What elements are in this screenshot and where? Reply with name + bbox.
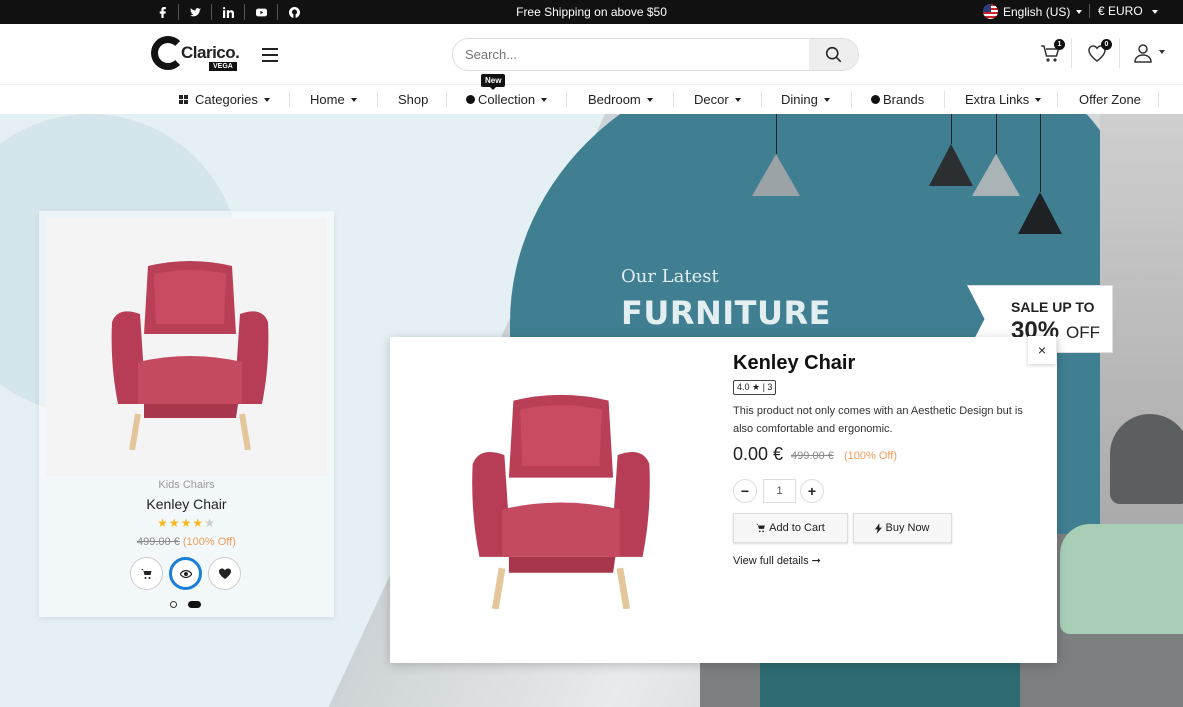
product-title: Kenley Chair	[733, 352, 856, 374]
quantity-increase-button[interactable]: +	[800, 479, 824, 503]
wishlist-count-badge: 0	[1101, 39, 1112, 50]
nav-label: Offer Zone	[1079, 92, 1141, 107]
carousel-dot[interactable]	[170, 601, 177, 608]
nav-item-categories[interactable]: Categories	[179, 92, 270, 107]
old-price: 499.00 €	[791, 450, 834, 462]
nav-item-collection[interactable]: Collection	[466, 92, 548, 107]
discount-label: (100% Off)	[182, 536, 236, 548]
language-selector[interactable]: English (US)	[983, 4, 1083, 19]
rating-badge: 4.0 ★ | 3	[733, 380, 777, 395]
nav-label: Home	[310, 92, 345, 107]
user-icon	[1134, 44, 1152, 63]
nav-label: Collection	[478, 92, 536, 107]
eye-icon	[179, 569, 192, 578]
us-flag-icon	[983, 4, 998, 19]
sale-tag-line3: OFF	[1066, 323, 1100, 342]
heart-icon	[218, 568, 231, 579]
cart-icon	[756, 523, 765, 533]
nav-item-bedroom[interactable]: Bedroom	[588, 92, 653, 107]
caret-down-icon	[646, 97, 653, 102]
bolt-icon	[875, 522, 883, 534]
brands-icon	[871, 95, 880, 104]
nav-item-extra-links[interactable]: Extra Links	[965, 92, 1042, 107]
caret-down-icon	[350, 97, 357, 102]
nav-item-home[interactable]: Home	[310, 92, 357, 107]
menu-icon[interactable]	[262, 48, 278, 66]
caret-down-icon	[734, 97, 741, 102]
logo-mark	[151, 36, 185, 70]
quantity-input[interactable]	[763, 479, 796, 503]
buy-now-label: Buy Now	[885, 522, 930, 534]
sale-tag-line1: SALE UP TO	[1011, 299, 1095, 315]
collection-icon	[466, 95, 475, 104]
search-icon	[825, 46, 842, 63]
caret-down-icon	[1152, 9, 1159, 14]
quantity-decrease-button[interactable]: −	[733, 479, 757, 503]
nav-item-brands[interactable]: Brands	[871, 92, 924, 107]
armchair-image	[111, 261, 269, 450]
cart-icon	[140, 568, 151, 579]
nav-item-dining[interactable]: Dining	[781, 92, 830, 107]
main-nav: New Categories Home Shop Collection Bedr…	[0, 74, 1183, 114]
main-header: Clarico. VEGA 1 0	[0, 24, 1183, 85]
nav-item-decor[interactable]: Decor	[694, 92, 741, 107]
current-price: 0.00 €	[733, 444, 784, 464]
logo-sub: VEGA	[209, 62, 237, 71]
nav-label: Categories	[195, 92, 258, 107]
new-badge: New	[481, 74, 506, 90]
product-category[interactable]: Kids Chairs	[39, 479, 334, 491]
wishlist-button[interactable]	[208, 557, 241, 590]
star-rating: ★★★★★	[39, 516, 334, 530]
caret-down-icon	[1159, 50, 1165, 54]
currency-label: € EURO	[1098, 4, 1143, 18]
grid-icon	[179, 95, 188, 104]
product-card: Kids Chairs Kenley Chair ★★★★★ 499.00 € …	[39, 211, 334, 617]
hero-subtitle: Our Latest	[621, 266, 719, 287]
product-description: This product not only comes with an Aest…	[733, 405, 1023, 435]
caret-down-icon	[823, 97, 830, 102]
product-image[interactable]	[46, 218, 327, 476]
nav-label: Extra Links	[965, 92, 1030, 107]
caret-down-icon	[1035, 97, 1042, 102]
hero-title: FURNITURE	[621, 294, 831, 332]
caret-down-icon	[1076, 9, 1083, 14]
add-to-cart-button[interactable]	[130, 557, 163, 590]
nav-label: Bedroom	[588, 92, 641, 107]
nav-label: Brands	[883, 92, 925, 107]
search-input[interactable]	[453, 39, 809, 70]
currency-selector[interactable]: € EURO	[1089, 4, 1159, 18]
account-menu[interactable]	[1132, 42, 1165, 64]
carousel-dot-active[interactable]	[188, 601, 201, 608]
buy-now-button[interactable]: Buy Now	[853, 513, 952, 543]
star-icon-empty: ★	[204, 516, 216, 530]
search-button[interactable]	[809, 39, 858, 70]
language-label: English (US)	[1003, 4, 1071, 19]
nav-label: Decor	[694, 92, 729, 107]
top-bar: Free Shipping on above $50 English (US) …	[0, 0, 1183, 24]
star-icons-filled: ★★★★	[157, 516, 205, 530]
product-name[interactable]: Kenley Chair	[39, 496, 334, 512]
nav-item-shop[interactable]: Shop	[398, 92, 428, 107]
nav-item-offer-zone[interactable]: Offer Zone	[1079, 92, 1141, 107]
search-bar	[452, 38, 859, 71]
quick-view-button[interactable]	[169, 557, 202, 590]
old-price: 499.00 €	[137, 536, 180, 548]
caret-down-icon	[263, 97, 270, 102]
quick-view-modal: × Kenley Chair 4.0 ★ | 3 This product no…	[390, 336, 1057, 663]
logo[interactable]: Clarico. VEGA	[151, 36, 240, 71]
view-full-details-link[interactable]: View full details ➞	[733, 554, 821, 567]
armchair-image	[472, 394, 650, 609]
product-price: 499.00 € (100% Off)	[137, 536, 236, 548]
caret-down-icon	[541, 97, 548, 102]
logo-text: Clarico.	[181, 43, 240, 62]
add-to-cart-button[interactable]: Add to Cart	[733, 513, 848, 543]
wishlist-button[interactable]: 0	[1086, 39, 1112, 64]
cart-button[interactable]: 1	[1039, 39, 1065, 64]
add-to-cart-label: Add to Cart	[769, 522, 825, 534]
close-button[interactable]: ×	[1028, 336, 1056, 364]
cart-count-badge: 1	[1054, 39, 1065, 50]
discount-label: (100% Off)	[844, 450, 897, 462]
nav-label: Shop	[398, 92, 429, 107]
nav-label: Dining	[781, 92, 818, 107]
